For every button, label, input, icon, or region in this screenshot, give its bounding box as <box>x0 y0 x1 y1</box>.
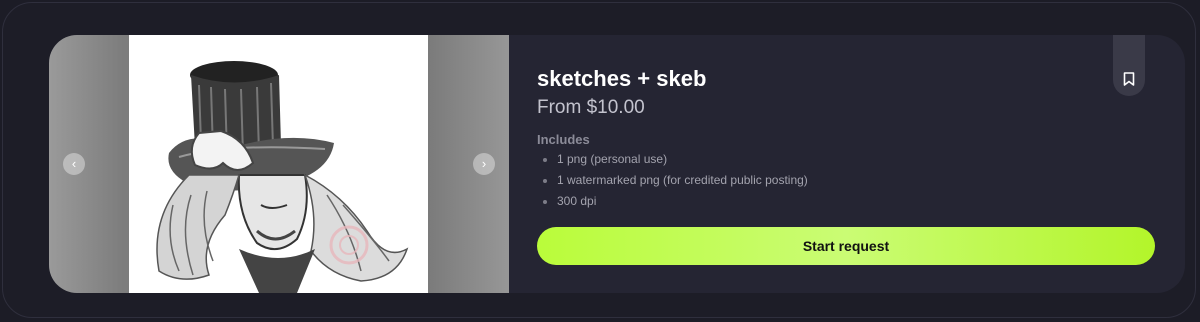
listing-info: sketches + skeb From $10.00 Includes 1 p… <box>537 35 1157 293</box>
gallery-next-button[interactable]: › <box>473 153 495 175</box>
listing-container: ‹ › sketches + skeb From $10.00 Includes… <box>2 2 1196 318</box>
includes-list: 1 png (personal use) 1 watermarked png (… <box>537 149 808 212</box>
gallery-prev-button[interactable]: ‹ <box>63 153 85 175</box>
image-gallery: ‹ › <box>49 35 509 293</box>
bookmark-icon <box>1123 72 1135 86</box>
listing-price: From $10.00 <box>537 97 645 118</box>
commission-card: ‹ › sketches + skeb From $10.00 Includes… <box>49 35 1185 293</box>
chevron-right-icon: › <box>481 156 487 171</box>
includes-item: 300 dpi <box>537 191 808 212</box>
includes-label: Includes <box>537 132 590 147</box>
includes-item: 1 png (personal use) <box>537 149 808 170</box>
artwork-image[interactable] <box>129 35 428 293</box>
chevron-left-icon: ‹ <box>71 156 77 171</box>
artwork-sketch <box>156 61 409 293</box>
start-request-button[interactable]: Start request <box>537 227 1155 265</box>
listing-title: sketches + skeb <box>537 66 707 91</box>
includes-item: 1 watermarked png (for credited public p… <box>537 170 808 191</box>
bookmark-button[interactable] <box>1113 35 1145 96</box>
